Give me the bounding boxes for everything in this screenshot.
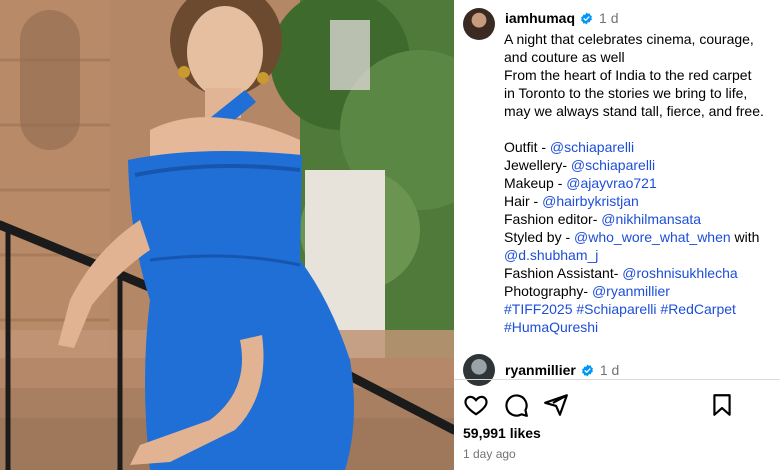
- caption-line: From the heart of India to the red carpe…: [504, 67, 752, 83]
- caption-line: in Toronto to the stories we bring to li…: [504, 85, 748, 101]
- author-avatar[interactable]: [463, 8, 495, 40]
- comment-row: ryanmillier 1 d: [463, 354, 619, 386]
- arched-window: [20, 10, 80, 150]
- mention-link[interactable]: @schiaparelli: [571, 157, 655, 173]
- post-photo[interactable]: [0, 0, 454, 470]
- face: [187, 6, 263, 98]
- credit-styled-by-continued: @d.shubham_j: [504, 246, 774, 264]
- verified-badge-icon: [581, 364, 593, 376]
- mention-link[interactable]: @hairbykristjan: [542, 193, 639, 209]
- earring-right: [257, 72, 269, 84]
- divider: [454, 379, 780, 380]
- author-username[interactable]: iamhumaq: [505, 10, 575, 26]
- mention-link[interactable]: @ajayvrao721: [566, 175, 657, 191]
- author-line: iamhumaq 1 d: [505, 10, 618, 26]
- caption-line: and couture as well: [504, 49, 625, 65]
- caption-line: may we always stand tall, fierce, and fr…: [504, 103, 764, 119]
- post-photo-illustration: [0, 0, 454, 470]
- credit-makeup: Makeup - @ajayvrao721: [504, 175, 657, 191]
- credit-outfit: Outfit - @schiaparelli: [504, 139, 635, 155]
- commenter-avatar[interactable]: [463, 354, 495, 386]
- hashtags[interactable]: #HumaQureshi: [504, 318, 774, 336]
- credit-photography: Photography- @ryanmillier: [504, 283, 670, 299]
- credit-fashion-assistant: Fashion Assistant- @roshnisukhlecha: [504, 265, 738, 281]
- mention-link[interactable]: @ryanmillier: [592, 283, 670, 299]
- earring-left: [178, 66, 190, 78]
- mention-link[interactable]: @nikhilmansata: [601, 211, 701, 227]
- verified-badge-icon: [581, 12, 592, 24]
- commenter-username[interactable]: ryanmillier: [505, 362, 576, 378]
- mention-link[interactable]: @who_wore_what_when: [574, 229, 731, 245]
- heart-icon[interactable]: [463, 392, 489, 418]
- share-icon[interactable]: [543, 392, 569, 418]
- post-date: 1 day ago: [463, 447, 516, 461]
- credit-styled-by: Styled by - @who_wore_what_when with: [504, 229, 760, 245]
- commenter-line: ryanmillier 1 d: [505, 362, 619, 378]
- post-caption: A night that celebrates cinema, courage,…: [504, 30, 774, 336]
- post-details-panel: iamhumaq 1 d A night that celebrates cin…: [454, 0, 780, 470]
- mention-link[interactable]: @schiaparelli: [550, 139, 634, 155]
- comment-icon[interactable]: [503, 392, 529, 418]
- mention-link[interactable]: @roshnisukhlecha: [622, 265, 737, 281]
- credit-jewellery: Jewellery- @schiaparelli: [504, 157, 656, 173]
- credit-fashion-editor: Fashion editor- @nikhilmansata: [504, 211, 702, 227]
- bookmark-icon[interactable]: [709, 392, 735, 418]
- mention-link[interactable]: @d.shubham_j: [504, 247, 598, 263]
- hashtags[interactable]: #TIFF2025 #Schiaparelli #RedCarpet: [504, 300, 774, 318]
- caption-line: A night that celebrates cinema, courage,: [504, 31, 754, 47]
- action-bar: [463, 392, 773, 418]
- likes-count[interactable]: 59,991 likes: [463, 425, 541, 441]
- post-time-ago: 1 d: [599, 10, 619, 26]
- credit-hair: Hair - @hairbykristjan: [504, 193, 639, 209]
- comment-time-ago: 1 d: [599, 362, 620, 378]
